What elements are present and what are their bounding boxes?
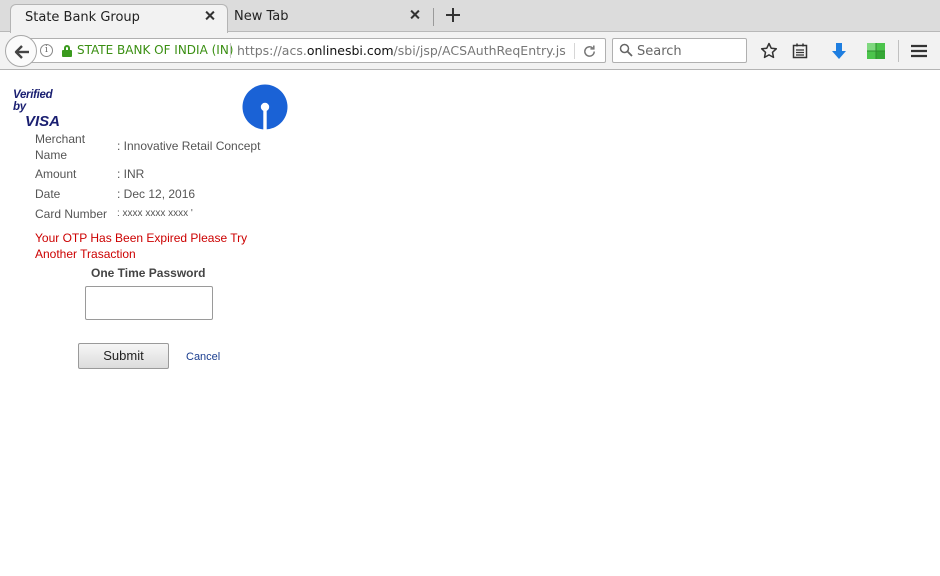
nav-toolbar: i STATE BANK OF INDIA (IN) https://acs.o… xyxy=(0,32,940,70)
verified-by-visa-logo: Verified by VISA xyxy=(13,89,67,129)
detail-label: Card Number xyxy=(35,207,108,221)
lock-icon[interactable] xyxy=(62,45,72,57)
search-input[interactable] xyxy=(637,42,741,60)
url-text[interactable]: https://acs.onlinesbi.com/sbi/jsp/ACSAut… xyxy=(237,43,566,58)
otp-error-message: Your OTP Has Been Expired Please Try Ano… xyxy=(35,231,248,261)
tab-new-tab[interactable]: New Tab xyxy=(228,4,432,32)
reload-icon[interactable] xyxy=(582,44,597,59)
detail-value: : Innovative Retail Concept xyxy=(117,139,261,153)
otp-input[interactable] xyxy=(85,286,213,320)
sbi-logo-icon xyxy=(242,84,288,130)
tab-divider xyxy=(433,8,434,26)
cancel-link[interactable]: Cancel xyxy=(186,351,220,363)
back-button[interactable] xyxy=(5,35,37,67)
page-content: Verified by VISA Merchant Name : Innovat… xyxy=(0,71,940,576)
detail-value: : Dec 12, 2016 xyxy=(117,187,196,201)
detail-value: : INR xyxy=(117,167,145,181)
close-tab-icon[interactable] xyxy=(203,9,217,23)
submit-button[interactable]: Submit xyxy=(78,343,169,369)
url-prefix: https://acs. xyxy=(237,43,307,58)
toolbar-divider xyxy=(898,40,899,62)
url-host: onlinesbi.com xyxy=(306,43,394,58)
info-icon[interactable]: i xyxy=(40,44,53,57)
visa-logo-line2: VISA xyxy=(25,113,61,130)
url-bar[interactable]: i STATE BANK OF INDIA (IN) https://acs.o… xyxy=(30,38,606,63)
detail-label: Date xyxy=(35,187,61,201)
reading-list-icon[interactable] xyxy=(790,41,810,61)
detail-label: Amount xyxy=(35,167,77,181)
hamburger-menu-icon[interactable] xyxy=(909,41,929,61)
url-divider xyxy=(574,43,575,59)
tab-strip: State Bank Group New Tab xyxy=(0,0,940,33)
extension-icon[interactable] xyxy=(866,41,886,61)
bookmark-star-icon[interactable] xyxy=(759,41,779,61)
new-tab-plus-icon[interactable] xyxy=(444,7,462,25)
tab-title: New Tab xyxy=(234,9,289,24)
search-icon xyxy=(619,43,633,57)
url-divider xyxy=(230,43,231,58)
search-bar[interactable] xyxy=(612,38,747,63)
close-tab-icon[interactable] xyxy=(408,8,422,22)
site-identity-label[interactable]: STATE BANK OF INDIA (IN) xyxy=(77,43,233,57)
url-path: /sbi/jsp/ACSAuthReqEntry.js xyxy=(393,43,566,58)
detail-value: : xxxx xxxx xxxx ' xyxy=(117,208,193,219)
otp-label: One Time Password xyxy=(91,266,206,280)
tab-title: State Bank Group xyxy=(25,10,140,25)
back-arrow-icon xyxy=(14,45,29,59)
visa-logo-line1: Verified by xyxy=(13,89,53,113)
tab-state-bank-group[interactable]: State Bank Group xyxy=(10,4,228,33)
detail-label: Merchant Name xyxy=(35,132,86,162)
download-arrow-icon[interactable] xyxy=(829,41,849,61)
